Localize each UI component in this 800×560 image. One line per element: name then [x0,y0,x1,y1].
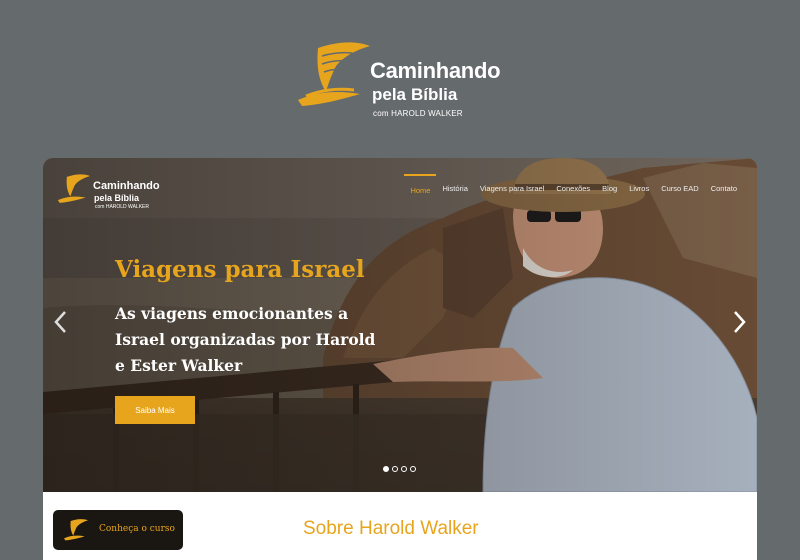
chevron-right-icon [734,311,746,333]
conheca-o-curso-label: Conheça o curso [99,524,175,534]
brand-subtitle-pela: pela [372,85,407,104]
carousel-next-button[interactable] [729,309,749,335]
site-logo-title: Caminhando [93,180,160,192]
saiba-mais-button[interactable]: Saiba Mais [115,396,195,424]
nav-item-home[interactable]: Home [404,174,437,201]
brand-subtitle-biblia: Bíblia [411,85,458,104]
ship-sail-logo-icon [57,174,91,203]
carousel-indicators [383,466,416,472]
conheca-o-curso-button[interactable]: Conheça o curso [53,510,183,550]
hero-subtitle: As viagens emocionantes a Israel organiz… [115,304,376,375]
site-logo-tagline: com HAROLD WALKER [95,204,149,210]
hero-title: Viagens para Israel [115,256,365,283]
brand-subtitle: pela Bíblia [372,85,457,105]
chevron-left-icon [54,311,66,333]
brand-tagline: com HAROLD WALKER [373,109,463,118]
carousel-dot-2[interactable] [392,466,398,472]
main-nav: Home História Viagens para Israel Conexõ… [404,174,743,201]
carousel-dot-3[interactable] [401,466,407,472]
nav-item-historia[interactable]: História [436,180,473,201]
site-logo-subtitle: pela Bíblia [94,193,140,203]
nav-item-contato[interactable]: Contato [705,180,743,201]
carousel-dot-1[interactable] [383,466,389,472]
ship-sail-logo-icon [64,519,88,541]
brand-logo: Caminhando pela Bíblia com HAROLD WALKER [296,40,526,122]
hero-carousel: Caminhando pela Bíblia com HAROLD WALKER… [43,158,757,492]
carousel-dot-4[interactable] [410,466,416,472]
about-section-title: Sobre Harold Walker [303,518,479,539]
nav-item-conexoes[interactable]: Conexões [550,180,596,201]
nav-item-curso-ead[interactable]: Curso EAD [655,180,705,201]
carousel-prev-button[interactable] [51,309,71,335]
brand-title: Caminhando [370,58,501,83]
nav-item-viagens[interactable]: Viagens para Israel [474,180,551,201]
site-logo[interactable]: Caminhando pela Bíblia com HAROLD WALKER [57,172,177,212]
nav-item-livros[interactable]: Livros [623,180,655,201]
website-preview: Caminhando pela Bíblia com HAROLD WALKER… [43,158,757,560]
nav-item-blog[interactable]: Blog [596,180,623,201]
ship-sail-logo-icon [298,42,370,106]
